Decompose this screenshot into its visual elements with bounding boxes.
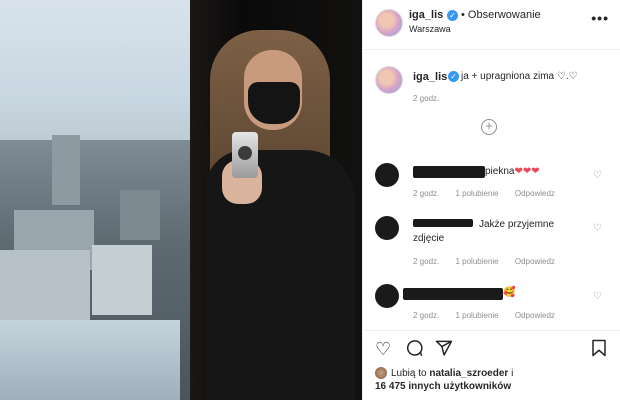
post-side-panel: iga_lis ✓ • Obserwowanie Warszawa ••• ig… (362, 0, 620, 400)
comment-meta: 2 godz. 1 polubienie Odpowiedz (413, 257, 569, 266)
more-dots-icon[interactable]: ••• (591, 10, 609, 26)
comment-text: Jakże przyjemne (479, 219, 555, 230)
caption-time: 2 godz. (413, 94, 440, 103)
verified-icon: ✓ (448, 71, 459, 82)
redacted-username (413, 166, 485, 178)
share-icon[interactable] (435, 339, 453, 362)
photo-snow (0, 320, 180, 400)
comment-likes[interactable]: 1 polubienie (455, 311, 498, 320)
photo-building (120, 190, 160, 240)
comment-icon[interactable] (405, 339, 423, 362)
instagram-post: iga_lis ✓ • Obserwowanie Warszawa ••• ig… (0, 0, 620, 400)
comment-meta: 2 godz. 1 polubienie Odpowiedz (413, 311, 569, 320)
reply-button[interactable]: Odpowiedz (515, 311, 555, 320)
liker-username[interactable]: natalia_szroeder (429, 368, 508, 379)
comment-avatar[interactable] (375, 216, 399, 240)
photo-mask (248, 82, 300, 124)
post-photo[interactable] (0, 0, 362, 400)
comment-text: piekna❤❤❤ (485, 166, 540, 177)
post-header: iga_lis ✓ • Obserwowanie Warszawa ••• (363, 0, 620, 50)
comment-meta: 2 godz. 1 polubienie Odpowiedz (413, 189, 569, 198)
photo-building (92, 245, 152, 315)
comment-like-icon[interactable]: ♡ (593, 170, 602, 181)
following-label[interactable]: • Obserwowanie (461, 9, 541, 21)
avatar[interactable] (375, 9, 403, 37)
heart-icon[interactable]: ♡ (375, 339, 391, 360)
photo-camera-lens (238, 146, 252, 160)
caption-text: ja + upragniona zima ♡.♡ (461, 71, 578, 82)
caption-avatar[interactable] (375, 66, 403, 94)
comment-likes[interactable]: 1 polubienie (455, 257, 498, 266)
header-username[interactable]: iga_lis (409, 9, 443, 21)
bookmark-icon[interactable] (591, 339, 607, 362)
comment-like-icon[interactable]: ♡ (593, 291, 602, 302)
redacted-username (413, 219, 473, 227)
comment-avatar[interactable] (375, 163, 399, 187)
location-link[interactable]: Warszawa (409, 24, 451, 34)
likes-count[interactable]: 16 475 innych użytkowników (375, 381, 511, 392)
comment-time: 2 godz. (413, 189, 440, 198)
comment-likes[interactable]: 1 polubienie (455, 189, 498, 198)
comment-avatar[interactable] (375, 284, 399, 308)
load-more-comments-icon[interactable]: + (481, 119, 497, 135)
photo-sky (0, 0, 190, 160)
caption-username[interactable]: iga_lis (413, 71, 447, 83)
reply-button[interactable]: Odpowiedz (515, 189, 555, 198)
comment-like-icon[interactable]: ♡ (593, 223, 602, 234)
comment-emoji: 🥰 (503, 287, 516, 298)
redacted-username (403, 288, 503, 300)
likes-summary: Lubią to natalia_szroeder i 16 475 innyc… (375, 367, 514, 392)
comment-text-cont: zdjęcie (413, 233, 445, 244)
photo-building (0, 250, 90, 330)
liker-avatar (375, 367, 387, 380)
post-actions: ♡ Lubią to natalia_szroeder i 16 475 inn… (363, 330, 620, 400)
comment-time: 2 godz. (413, 257, 440, 266)
reply-button[interactable]: Odpowiedz (515, 257, 555, 266)
photo-building (52, 135, 80, 205)
verified-icon: ✓ (447, 10, 458, 21)
comment-time: 2 godz. (413, 311, 440, 320)
